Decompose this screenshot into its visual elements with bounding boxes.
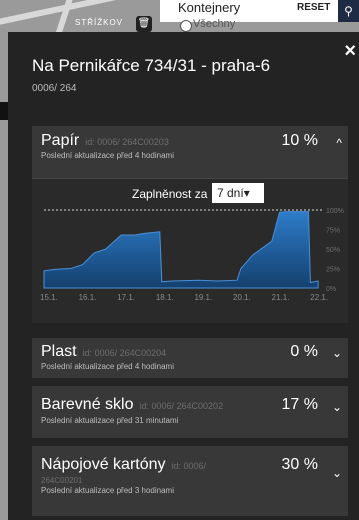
container-name-text: Nápojové kartóny	[41, 456, 166, 473]
x-tick-label: 21.1.	[272, 293, 290, 302]
chevron-down-icon[interactable]: ⌄	[332, 466, 342, 480]
container-name: Plast id: 0006/ 264C00204	[41, 343, 166, 361]
container-updated: Poslední aktualizace před 4 hodinami	[41, 151, 174, 160]
container-updated: Poslední aktualizace před 4 hodinami	[41, 362, 174, 371]
y-axis-ticks: 100% 75% 50% 25% 0%	[326, 208, 344, 293]
container-id: id: 0006/ 264C00202	[139, 401, 224, 411]
filter-bar: Kontejnery Všechny RESET ⚲	[160, 0, 359, 32]
container-id: id: 0006/ 264C00204	[82, 348, 167, 358]
container-card-plast[interactable]: Plast id: 0006/ 264C00204 Poslední aktual…	[32, 338, 348, 378]
filter-icon[interactable]: ⚲	[338, 0, 359, 22]
container-name: Barevné sklo id: 0006/ 264C00202	[41, 396, 223, 414]
x-tick-label: 18.1.	[156, 293, 174, 302]
container-card-napojove-kartony[interactable]: Nápojové kartóny id: 0006/ 264C00201 Posl…	[32, 446, 348, 516]
reset-button[interactable]: RESET	[297, 2, 330, 13]
container-name: Papír id: 0006/ 264C00203	[41, 132, 169, 150]
container-name-text: Plast	[41, 343, 77, 360]
period-select-value: 7 dní	[217, 186, 244, 200]
x-tick-label: 17.1.	[117, 293, 135, 302]
x-tick-label: 16.1.	[79, 293, 97, 302]
y-tick-label: 50%	[326, 247, 340, 254]
container-id-continued: 264C00201	[41, 476, 83, 485]
fill-chart-area: Zaplněnost za 7 dní▾ 100% 75% 50% 25% 0% 15.…	[32, 178, 348, 323]
y-tick-label: 0%	[326, 286, 336, 293]
filter-option-all[interactable]: Všechny	[193, 18, 235, 30]
x-axis-ticks: 15.1. 16.1. 17.1. 18.1. 19.1. 20.1. 21.1. 22.1.	[40, 293, 328, 302]
chevron-down-icon[interactable]: ⌄	[332, 346, 342, 360]
container-id: id: 0006/	[171, 461, 207, 471]
y-tick-label: 100%	[326, 208, 344, 215]
container-id: id: 0006/ 264C00203	[85, 137, 169, 147]
container-name: Nápojové kartóny id: 0006/	[41, 456, 206, 474]
container-percent: 30 %	[281, 456, 318, 473]
panel-subtitle: 0006/ 264	[32, 83, 77, 94]
map-street-label: STŘÍŽKOV	[75, 18, 124, 27]
x-tick-label: 20.1.	[233, 293, 251, 302]
period-select[interactable]: 7 dní▾	[212, 183, 264, 203]
panel-title: Na Pernikářce 734/31 - praha-6	[32, 56, 271, 75]
fill-chart: 100% 75% 50% 25% 0% 15.1. 16.1. 17.1. 18.1. 19.1…	[40, 208, 344, 302]
chevron-down-icon[interactable]: ⌄	[332, 400, 342, 414]
container-card-papir: Papír id: 0006/ 264C00203 Poslední aktual…	[32, 126, 348, 323]
x-tick-label: 15.1.	[40, 293, 58, 302]
map-bin-icon[interactable]: 🗑	[136, 16, 152, 32]
filter-radio-all[interactable]	[180, 20, 192, 32]
x-tick-label: 19.1.	[194, 293, 212, 302]
container-updated: Poslední aktualizace před 31 minutami	[41, 416, 179, 425]
fill-area-series	[43, 211, 319, 289]
chevron-down-icon: ▾	[243, 186, 250, 200]
container-percent: 17 %	[281, 396, 318, 413]
container-name-text: Barevné sklo	[41, 396, 134, 413]
chart-period-label: Zaplněnost za	[132, 187, 208, 201]
close-icon[interactable]: ×	[344, 40, 356, 63]
container-percent: 0 %	[290, 343, 318, 360]
side-tab[interactable]	[0, 102, 8, 120]
x-tick-label: 22.1.	[310, 293, 328, 302]
container-detail-panel: × Na Pernikářce 734/31 - praha-6 0006/ 2…	[8, 32, 359, 520]
container-percent: 10 %	[281, 132, 318, 149]
container-card-barevne-sklo[interactable]: Barevné sklo id: 0006/ 264C00202 Poslední…	[32, 386, 348, 438]
container-updated: Poslední aktualizace před 3 hodinami	[41, 486, 174, 495]
chevron-up-icon[interactable]: ^	[336, 136, 342, 150]
filter-title: Kontejnery	[178, 0, 241, 15]
y-tick-label: 25%	[326, 267, 340, 274]
container-name-text: Papír	[41, 132, 80, 149]
y-tick-label: 75%	[326, 228, 340, 235]
